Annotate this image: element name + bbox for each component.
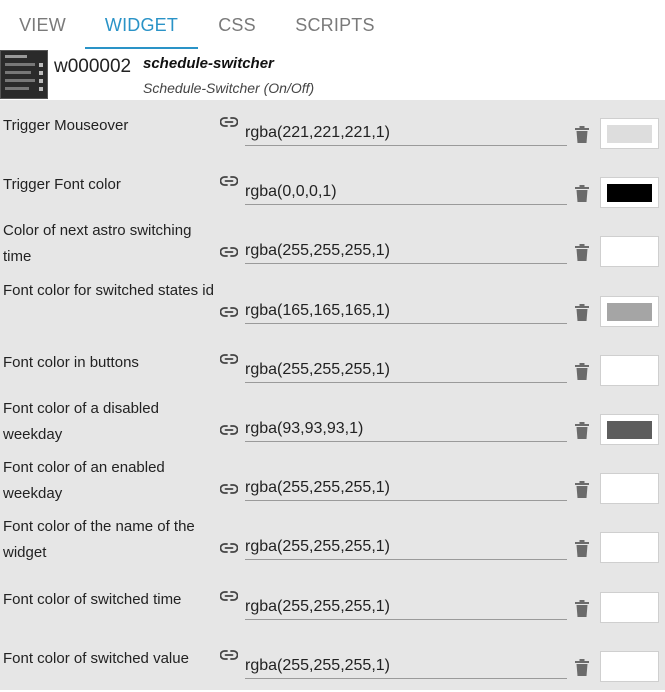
property-row: Trigger Mouseover rgba(221,221,221,1) <box>0 100 665 159</box>
property-row: Trigger Font color rgba(0,0,0,1) <box>0 159 665 218</box>
color-value-input[interactable]: rgba(0,0,0,1) <box>245 181 567 206</box>
link-icon[interactable] <box>219 245 240 259</box>
trash-icon[interactable] <box>575 362 591 381</box>
property-row: Font color of a disabled weekday rgba(93,… <box>0 396 665 455</box>
trash-icon[interactable] <box>575 540 591 558</box>
color-picker-button[interactable] <box>600 295 659 327</box>
color-swatch <box>607 302 652 321</box>
property-row: Font color in buttons rgba(255,255,255,1) <box>0 337 665 396</box>
property-label: Trigger Font color <box>3 176 121 194</box>
color-picker-button[interactable] <box>600 236 659 268</box>
trash-icon[interactable] <box>575 185 591 203</box>
tab-css[interactable]: CSS <box>198 0 276 50</box>
link-icon[interactable] <box>219 174 240 188</box>
color-swatch <box>607 421 652 439</box>
link-icon[interactable] <box>219 115 240 129</box>
property-row: Font color of the name of the widget rgba… <box>0 514 665 573</box>
property-label: Font color of a disabled weekday <box>3 400 159 443</box>
widget-name: schedule-switcher <box>143 55 274 72</box>
trash-icon[interactable] <box>575 658 591 677</box>
property-label: Font color of an enabled weekday <box>3 459 165 503</box>
link-icon[interactable] <box>219 305 240 319</box>
tab-bar: VIEW WIDGET CSS SCRIPTS <box>0 0 665 50</box>
color-value-input[interactable]: rgba(255,255,255,1) <box>245 359 567 383</box>
color-value-input[interactable]: rgba(255,255,255,1) <box>245 536 567 561</box>
color-picker-button[interactable] <box>600 473 659 505</box>
property-row: Font color of an enabled weekday rgba(255… <box>0 455 665 514</box>
property-label: Font color of switched value <box>3 649 189 667</box>
color-value-input[interactable]: rgba(255,255,255,1) <box>245 596 567 620</box>
color-picker-button[interactable] <box>600 177 659 209</box>
color-picker-button[interactable] <box>600 354 659 386</box>
property-label: Color of next astro switching time <box>3 222 192 266</box>
widget-header: w000002 schedule-switcher Schedule-Switc… <box>0 50 665 100</box>
widget-id: w000002 <box>54 56 132 77</box>
tab-view[interactable]: VIEW <box>0 0 85 50</box>
color-picker-button[interactable] <box>600 591 659 623</box>
link-icon[interactable] <box>219 648 240 662</box>
link-icon[interactable] <box>219 589 240 603</box>
color-swatch <box>607 598 652 617</box>
color-swatch <box>607 184 652 203</box>
property-row: Font color for switched states id rgba(16… <box>0 278 665 337</box>
property-row: Color of next astro switching time rgba(2… <box>0 218 665 277</box>
color-swatch <box>607 480 652 499</box>
property-label: Font color of switched time <box>3 590 182 608</box>
color-swatch <box>607 361 652 380</box>
property-row: Font color of switched time rgba(255,255,… <box>0 574 665 633</box>
trash-icon[interactable] <box>575 126 591 144</box>
trash-icon[interactable] <box>575 481 591 499</box>
active-tab-indicator <box>85 47 198 49</box>
color-value-input[interactable]: rgba(255,255,255,1) <box>245 240 567 265</box>
color-value-input[interactable]: rgba(93,93,93,1) <box>245 418 567 442</box>
widget-thumbnail <box>0 50 48 99</box>
trash-icon[interactable] <box>575 303 591 322</box>
link-icon[interactable] <box>219 352 240 366</box>
trash-icon[interactable] <box>575 599 591 618</box>
trash-icon[interactable] <box>575 422 591 440</box>
color-swatch <box>607 657 652 676</box>
color-swatch <box>607 539 652 558</box>
color-picker-button[interactable] <box>600 118 659 149</box>
property-label: Font color in buttons <box>3 353 139 371</box>
color-value-input[interactable]: rgba(255,255,255,1) <box>245 655 567 679</box>
color-picker-button[interactable] <box>600 650 659 682</box>
property-label: Font color of the name of the widget <box>3 518 195 562</box>
widget-title: Schedule-Switcher (On/Off) <box>143 80 315 96</box>
color-swatch <box>607 125 652 143</box>
tab-scripts[interactable]: SCRIPTS <box>276 0 394 50</box>
property-label: Trigger Mouseover <box>3 117 129 134</box>
color-swatch <box>607 243 652 262</box>
link-icon[interactable] <box>219 541 240 555</box>
color-value-input[interactable]: rgba(255,255,255,1) <box>245 477 567 502</box>
color-picker-button[interactable] <box>600 414 659 445</box>
property-label: Font color for switched states id <box>3 281 214 299</box>
link-icon[interactable] <box>219 423 240 437</box>
color-value-input[interactable]: rgba(221,221,221,1) <box>245 122 567 146</box>
color-value-input[interactable]: rgba(165,165,165,1) <box>245 300 567 324</box>
trash-icon[interactable] <box>575 244 591 262</box>
property-list: Trigger Mouseover rgba(221,221,221,1) Trig… <box>0 100 665 690</box>
tab-widget[interactable]: WIDGET <box>85 0 198 50</box>
link-icon[interactable] <box>219 482 240 496</box>
property-row: Font color of switched value rgba(255,255… <box>0 633 665 692</box>
color-picker-button[interactable] <box>600 532 659 564</box>
